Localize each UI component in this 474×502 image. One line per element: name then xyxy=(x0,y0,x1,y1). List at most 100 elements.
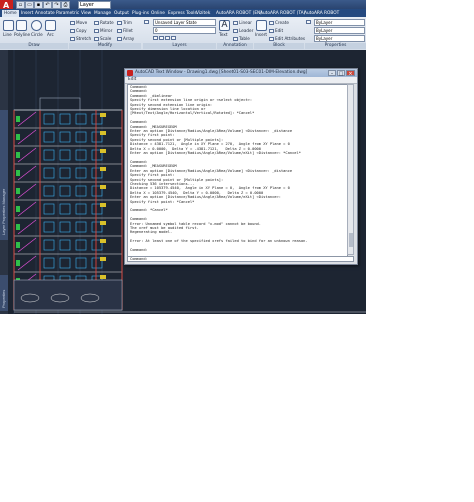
balcony-marker xyxy=(100,113,106,117)
trim-button[interactable]: Trim xyxy=(117,20,132,25)
arc-icon[interactable] xyxy=(45,20,56,31)
tab-parametric[interactable]: Parametric xyxy=(56,10,79,17)
tab-manage[interactable]: Manage xyxy=(94,10,111,17)
close-button[interactable]: × xyxy=(346,70,355,77)
lineweight-combo[interactable]: ByLayer xyxy=(314,35,365,42)
save-icon[interactable]: ▪ xyxy=(34,1,43,9)
stair-flight xyxy=(17,147,37,163)
edit-attributes-button[interactable]: Edit Attributes xyxy=(269,36,305,41)
layer-freeze-icon[interactable] xyxy=(165,36,170,40)
stretch-button[interactable]: Stretch xyxy=(70,36,91,41)
layers-panel-label[interactable]: Layers xyxy=(143,43,216,49)
layer-lock-icon[interactable] xyxy=(171,36,176,40)
menu-edit[interactable]: Edit xyxy=(128,77,136,83)
print-icon[interactable]: ⎙ xyxy=(61,1,70,9)
properties-panel-label[interactable]: Properties xyxy=(305,43,366,49)
tab-autoara-robot-en[interactable]: AutoARA ROBOT (EN) xyxy=(216,10,262,17)
linear-dimension-icon xyxy=(233,21,238,25)
layer-field[interactable]: Layer xyxy=(78,1,111,9)
insert-button-label: Insert xyxy=(255,32,268,37)
mirror-button[interactable]: Mirror xyxy=(94,28,112,33)
layer-state-combo[interactable]: Unsaved Layer State xyxy=(153,19,216,26)
command-line-input[interactable]: Command: xyxy=(127,256,354,262)
balcony-marker xyxy=(100,239,106,243)
draw-panel-label[interactable]: Draw xyxy=(0,43,68,49)
minimize-button[interactable]: – xyxy=(328,70,336,77)
mirror-label: Mirror xyxy=(100,28,113,33)
window xyxy=(43,221,55,233)
leader-button[interactable]: Leader xyxy=(233,28,253,33)
autocad-icon xyxy=(127,70,133,76)
linear-dimension-button[interactable]: Linear xyxy=(233,20,252,25)
text-window-titlebar[interactable]: AutoCAD Text Window - Drawing1.dwg [Shee… xyxy=(125,69,357,77)
edit-attributes-icon xyxy=(269,37,274,41)
block-panel-label[interactable]: Block xyxy=(254,43,304,49)
balcony-marker xyxy=(100,275,106,279)
new-icon[interactable]: ▫ xyxy=(16,1,25,9)
line-icon[interactable] xyxy=(3,20,14,31)
polyline-icon[interactable] xyxy=(16,20,27,31)
table-label: Table xyxy=(239,36,250,41)
modify-panel-label[interactable]: Modify xyxy=(69,43,141,49)
text-window-menubar: Edit xyxy=(125,77,357,84)
edit-block-button[interactable]: Edit xyxy=(269,28,283,33)
text-icon[interactable]: A xyxy=(219,20,230,31)
tab-output[interactable]: Output xyxy=(114,10,129,17)
tab-autoara-robot-ta[interactable]: AutoARA ROBOT (TA) xyxy=(260,10,305,17)
rotate-button[interactable]: Rotate xyxy=(94,20,114,25)
tab-online[interactable]: Online xyxy=(151,10,165,17)
rotate-icon xyxy=(94,21,99,25)
command-history[interactable]: Command: Command: Command: _dimlinear Speci… xyxy=(127,84,348,257)
window xyxy=(59,221,71,233)
window xyxy=(75,221,87,233)
scrollbar-thumb[interactable] xyxy=(349,233,353,247)
table-button[interactable]: Table xyxy=(233,36,250,41)
insert-block-icon[interactable] xyxy=(256,20,267,31)
balcony-marker xyxy=(100,131,106,135)
window xyxy=(75,131,87,143)
tab-annotate[interactable]: Annotate xyxy=(35,10,55,17)
tab-insert[interactable]: Insert xyxy=(21,10,33,17)
stair-flight xyxy=(17,111,37,127)
color-combo[interactable]: ByLayer xyxy=(314,19,365,26)
create-block-button[interactable]: Create xyxy=(269,20,289,25)
tab-plugins[interactable]: Plug-ins xyxy=(132,10,149,17)
mirror-icon xyxy=(94,29,99,33)
open-icon[interactable]: ▭ xyxy=(25,1,34,9)
stair-flight xyxy=(17,165,37,181)
redo-icon[interactable]: ↷ xyxy=(52,1,61,9)
circle-icon[interactable] xyxy=(31,20,42,31)
text-window: AutoCAD Text Window - Drawing1.dwg [Shee… xyxy=(124,68,358,265)
stair-flight xyxy=(17,129,37,145)
layer-off-icon[interactable] xyxy=(153,36,158,40)
move-button[interactable]: Move xyxy=(70,20,87,25)
tab-autoara-robot[interactable]: AutoARA ROBOT xyxy=(304,10,339,17)
copy-button[interactable]: Copy xyxy=(70,28,87,33)
maximize-button[interactable]: □ xyxy=(337,70,345,77)
railing xyxy=(16,116,20,122)
array-button[interactable]: Array xyxy=(117,36,134,41)
match-properties-button[interactable] xyxy=(306,19,312,24)
tab-express-tools[interactable]: Express Tools xyxy=(168,10,197,17)
text-button-label: Text xyxy=(219,32,228,37)
scale-button[interactable]: Scale xyxy=(94,36,111,41)
tab-vizitek[interactable]: Vizitek xyxy=(196,10,210,17)
tab-view[interactable]: View xyxy=(81,10,91,17)
layer-tools-row xyxy=(153,35,177,40)
linetype-combo[interactable]: ByLayer xyxy=(314,27,365,34)
layer-isolate-icon[interactable] xyxy=(159,36,164,40)
window xyxy=(43,239,55,251)
window xyxy=(75,239,87,251)
tab-home[interactable]: Home xyxy=(2,10,19,17)
undo-icon[interactable]: ↶ xyxy=(43,1,52,9)
window xyxy=(59,185,71,197)
layer-properties-button[interactable] xyxy=(144,19,150,24)
fillet-button[interactable]: Fillet xyxy=(117,28,133,33)
vertical-scrollbar[interactable] xyxy=(347,84,354,255)
window xyxy=(43,203,55,215)
stretch-label: Stretch xyxy=(76,36,92,41)
current-layer-combo[interactable]: 0 xyxy=(153,27,216,34)
annotation-panel-label[interactable]: Annotation xyxy=(217,43,253,49)
edit-block-icon xyxy=(269,29,274,33)
stretch-icon xyxy=(70,37,75,41)
